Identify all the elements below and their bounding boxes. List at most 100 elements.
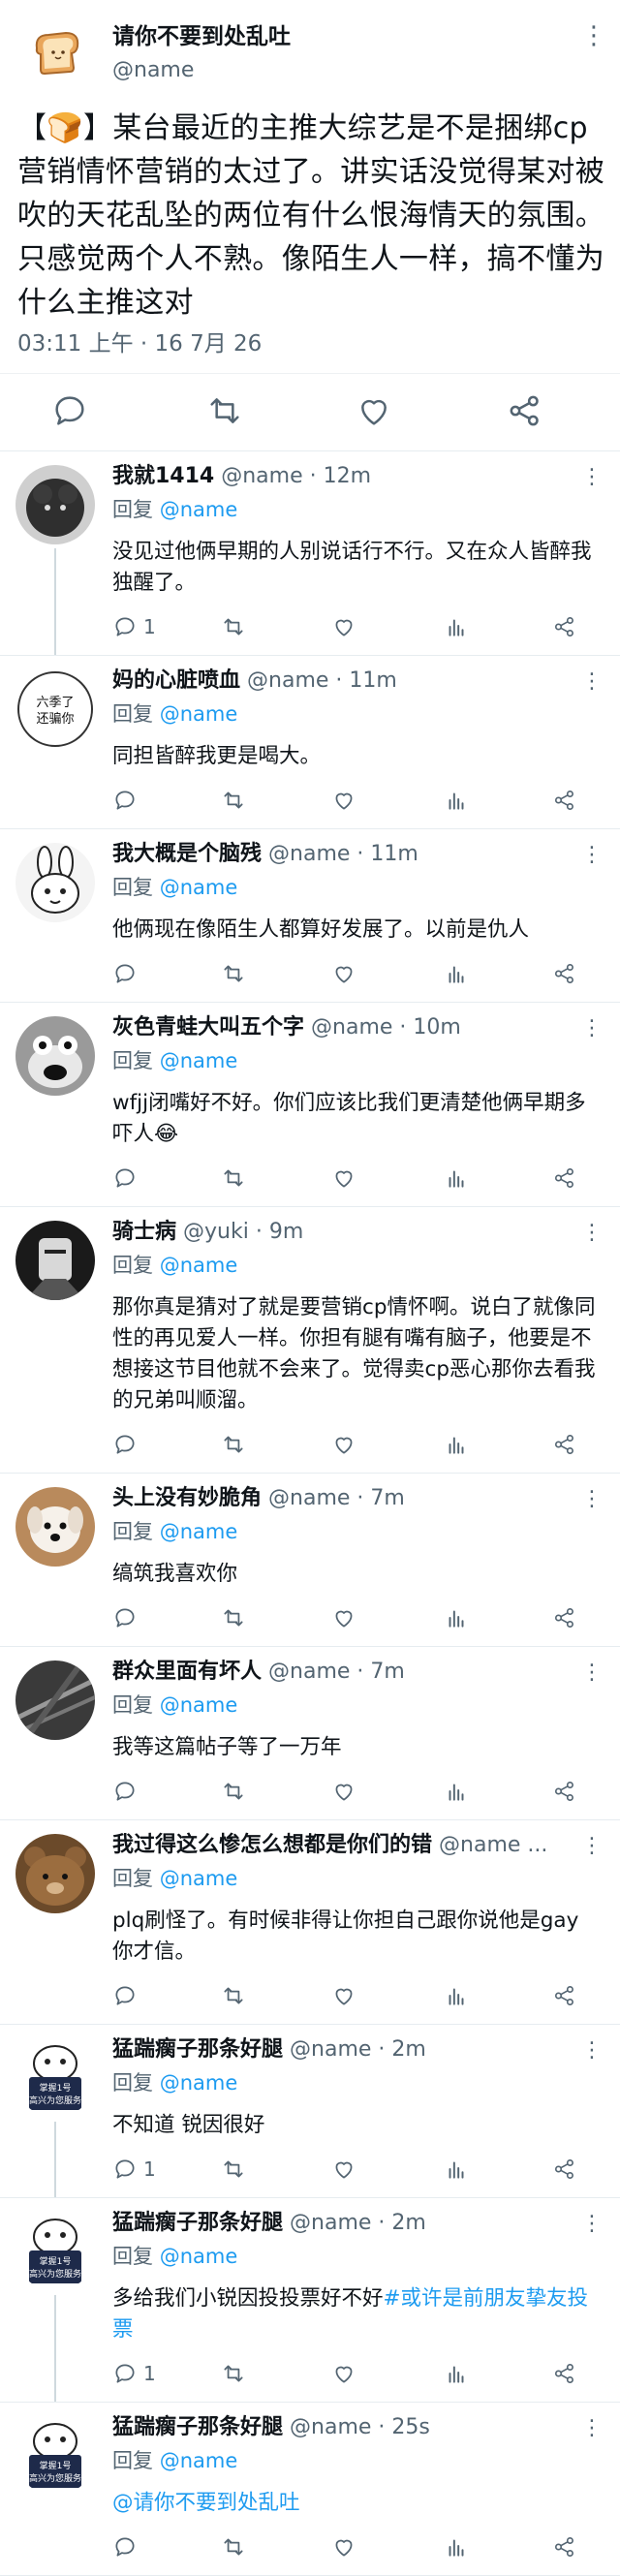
more-vertical-icon[interactable]: ⋮ [581,1660,603,1685]
like-button[interactable] [331,786,356,815]
toast-avatar[interactable] [27,23,85,81]
reply-time[interactable]: · 7m [356,1486,404,1510]
replying-to-handle[interactable]: @name [160,1049,238,1072]
author-name[interactable]: 猛踹瘸子那条好腿 [112,2211,283,2235]
author-name[interactable]: 妈的心脏喷血 [112,668,240,693]
avatar[interactable] [16,1660,95,1740]
share-button[interactable] [552,1164,577,1193]
reply-time[interactable]: ... [527,1833,547,1857]
views-button[interactable] [444,1430,469,1459]
avatar[interactable]: 掌握1号 高兴为您服务 [16,2212,95,2291]
author-name[interactable]: 群众里面有坏人 [112,1660,262,1684]
more-vertical-icon[interactable]: ⋮ [581,843,603,867]
avatar[interactable] [16,1016,95,1096]
replying-to-handle[interactable]: @name [160,702,238,726]
like-button[interactable] [331,612,356,641]
avatar[interactable]: 掌握1号 高兴为您服务 [16,2416,95,2496]
views-button[interactable] [444,2155,469,2184]
retweet-button[interactable] [221,1981,246,2010]
share-button[interactable] [552,2359,577,2388]
more-vertical-icon[interactable]: ⋮ [581,23,606,48]
more-vertical-icon[interactable]: ⋮ [581,2212,603,2236]
share-button[interactable] [552,786,577,815]
share-button[interactable] [552,959,577,988]
reply-tweet[interactable]: 掌握1号 高兴为您服务 猛踹瘸子那条好腿 @name · 2m ⋮ 回复 @name 不知… [0,2025,620,2198]
reply-button[interactable] [112,959,143,988]
replying-to-handle[interactable]: @name [160,2071,238,2095]
reply-button[interactable]: 1 [112,2155,156,2184]
heart-icon[interactable] [355,391,393,430]
author-handle[interactable]: @name [112,58,194,82]
avatar[interactable] [16,1834,95,1913]
reply-button[interactable]: 1 [112,2359,156,2388]
reply-time[interactable]: · 25s [378,2415,429,2439]
views-button[interactable] [444,1777,469,1806]
share-button[interactable] [552,1603,577,1632]
retweet-button[interactable] [221,786,246,815]
reply-tweet[interactable]: 我过得这么惨怎么想都是你们的错 @name ... ⋮ 回复 @name plq刷怪了… [0,1820,620,2025]
views-button[interactable] [444,1981,469,2010]
reply-button[interactable] [112,1430,143,1459]
reply-time[interactable]: · 2m [378,2211,425,2235]
retweet-icon[interactable] [205,391,244,430]
reply-tweet[interactable]: 掌握1号 高兴为您服务 猛踹瘸子那条好腿 @name · 25s ⋮ 回复 @name @… [0,2403,620,2576]
reply-button[interactable] [112,1981,143,2010]
author-handle[interactable]: @name [268,1660,350,1684]
author-name[interactable]: 头上没有妙脆角 [112,1486,262,1510]
share-button[interactable] [552,2532,577,2561]
more-vertical-icon[interactable]: ⋮ [581,1016,603,1040]
share-button[interactable] [552,1777,577,1806]
reply-time[interactable]: · 10m [399,1015,460,1040]
reply-button[interactable]: 1 [112,612,156,641]
share-button[interactable] [552,1430,577,1459]
like-button[interactable] [331,2155,356,2184]
reply-button[interactable] [112,2532,143,2561]
views-button[interactable] [444,2359,469,2388]
replying-to-handle[interactable]: @name [160,2449,238,2472]
like-button[interactable] [331,2532,356,2561]
reply-button[interactable] [112,1777,143,1806]
reply-tweet[interactable]: 掌握1号 高兴为您服务 猛踹瘸子那条好腿 @name · 2m ⋮ 回复 @name 多给… [0,2198,620,2403]
reply-bubble-icon[interactable] [50,391,89,430]
share-button[interactable] [552,612,577,641]
author-handle[interactable]: @name [311,1015,392,1040]
replying-to-handle[interactable]: @name [160,498,238,521]
reply-button[interactable] [112,1603,143,1632]
reply-tweet[interactable]: 我就1414 @name · 12m ⋮ 回复 @name 没见过他俩早期的人别说话行… [0,451,620,656]
replying-to-handle[interactable]: @name [160,1867,238,1890]
retweet-button[interactable] [221,959,246,988]
more-vertical-icon[interactable]: ⋮ [581,1487,603,1511]
views-button[interactable] [444,1603,469,1632]
reply-link[interactable]: @请你不要到处乱吐 [112,2491,300,2515]
more-vertical-icon[interactable]: ⋮ [581,1834,603,1858]
reply-button[interactable] [112,1164,143,1193]
author-name[interactable]: 猛踹瘸子那条好腿 [112,2037,283,2062]
more-vertical-icon[interactable]: ⋮ [581,465,603,489]
views-button[interactable] [444,786,469,815]
author-name[interactable]: 我就1414 [112,464,214,488]
reply-time[interactable]: · 9m [256,1220,303,1244]
reply-tweet[interactable]: 我大概是个脑残 @name · 11m ⋮ 回复 @name 他俩现在像陌生人都算好发… [0,829,620,1003]
share-button[interactable] [552,1981,577,2010]
author-handle[interactable]: @name [221,464,302,488]
author-name[interactable]: 灰色青蛙大叫五个字 [112,1015,304,1040]
retweet-button[interactable] [221,2155,246,2184]
reply-time[interactable]: · 11m [356,842,418,866]
reply-time[interactable]: · 11m [335,668,396,693]
author-handle[interactable]: @name [290,2037,371,2062]
views-button[interactable] [444,959,469,988]
like-button[interactable] [331,959,356,988]
avatar[interactable] [16,1487,95,1567]
author-handle[interactable]: @name [290,2415,371,2439]
like-button[interactable] [331,1981,356,2010]
author-name[interactable]: 请你不要到处乱吐 [112,17,291,50]
avatar[interactable]: 掌握1号 高兴为您服务 [16,2038,95,2118]
like-button[interactable] [331,2359,356,2388]
tweet-timestamp[interactable]: 03:11 上午 · 16 7月 26 [17,325,262,357]
reply-tweet[interactable]: 骑士病 @yuki · 9m ⋮ 回复 @name 那你真是猜对了就是要营销cp情怀啊… [0,1207,620,1474]
reply-tweet[interactable]: 六季了 还骗你 妈的心脏喷血 @name · 11m ⋮ 回复 @name 同担皆醉我更是… [0,656,620,829]
more-vertical-icon[interactable]: ⋮ [581,669,603,694]
more-vertical-icon[interactable]: ⋮ [581,2416,603,2440]
share-icon[interactable] [506,391,544,430]
reply-tweet[interactable]: 灰色青蛙大叫五个字 @name · 10m ⋮ 回复 @name wfjj闭嘴好不好。… [0,1003,620,1207]
